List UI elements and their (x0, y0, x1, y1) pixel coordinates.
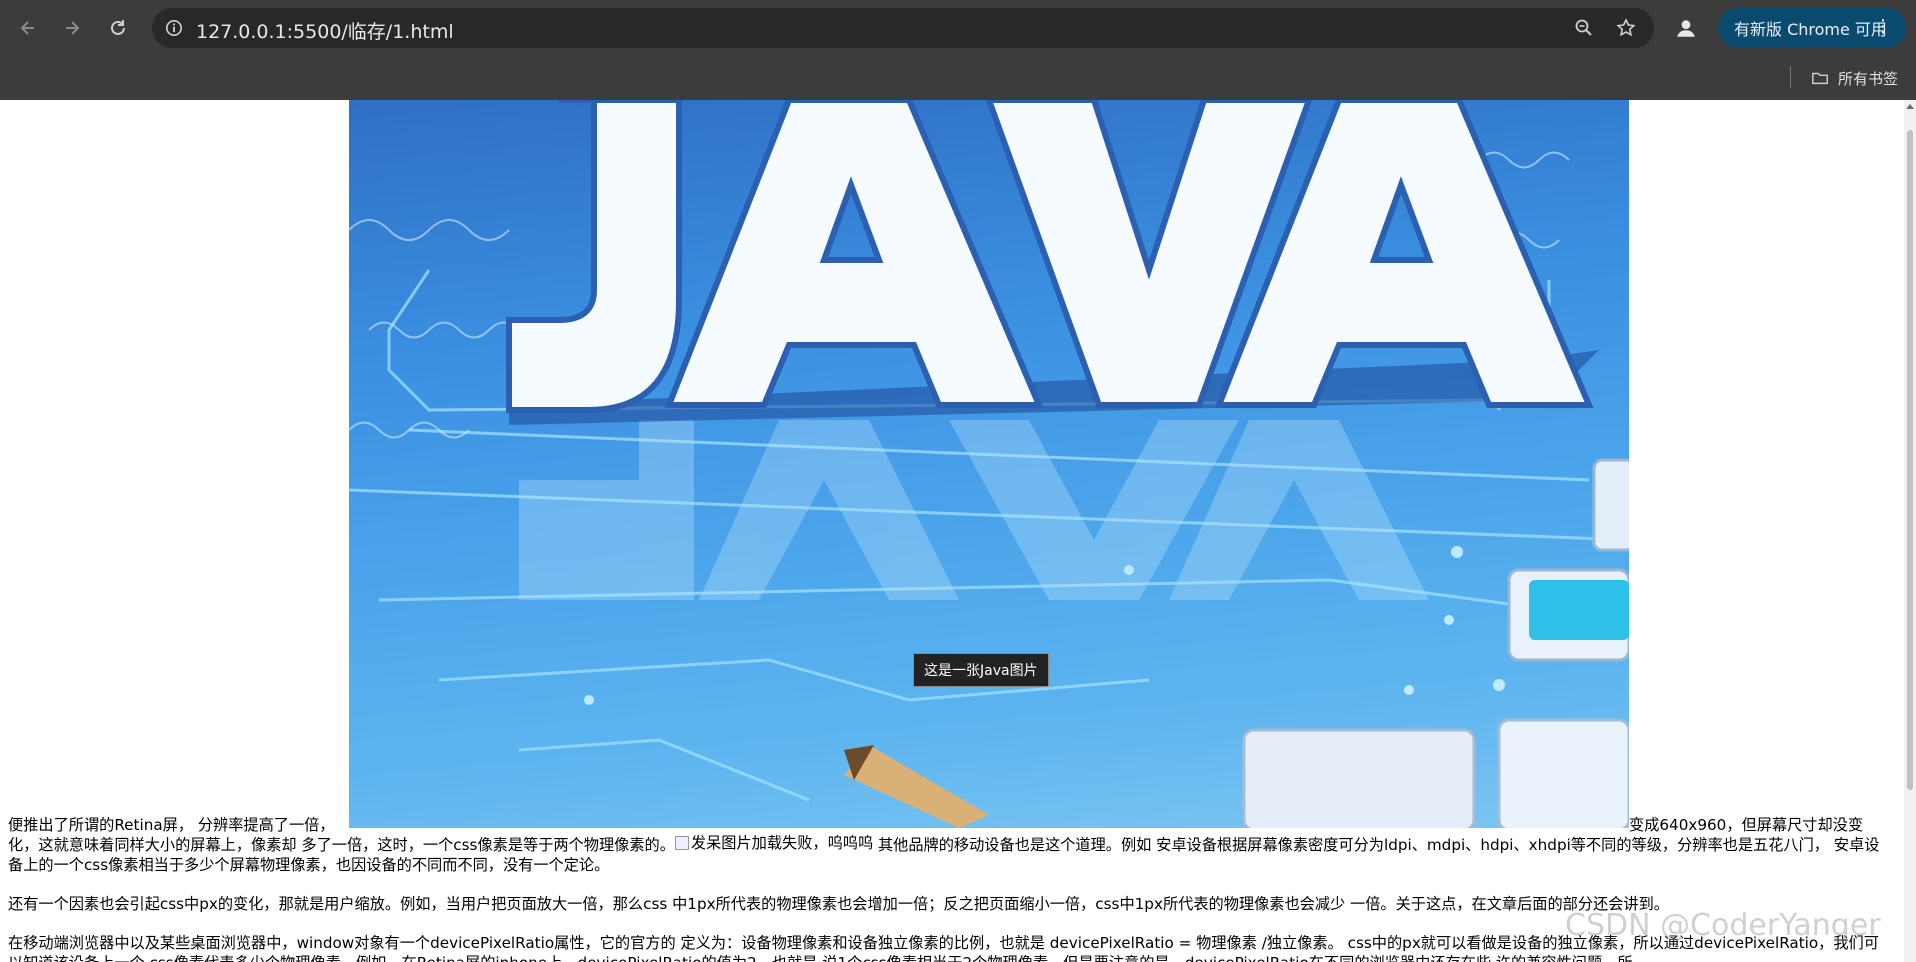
bookmarks-divider (1790, 66, 1791, 88)
watermark: CSDN @CoderYanger (1565, 908, 1881, 943)
all-bookmarks-button[interactable]: 所有书签 (1810, 64, 1898, 92)
all-bookmarks-label: 所有书签 (1838, 69, 1899, 88)
image-tooltip: 这是一张Java图片 (913, 653, 1049, 687)
arrow-left-icon (20, 21, 34, 35)
page-viewport: 这是一张Java图片 便推出了所谓的Retina屏， 分辨率提高了一倍， 变成6… (0, 100, 1916, 962)
browser-toolbar: 127.0.0.1:5500/临存/1.html 有新版 Chrome 可用 ⋮ (0, 0, 1916, 56)
chrome-update-button[interactable]: 有新版 Chrome 可用 ⋮ (1718, 8, 1906, 48)
broken-image-alt: 发呆图片加载失败，呜呜呜 (690, 834, 874, 852)
vertical-scrollbar[interactable] (1904, 100, 1916, 962)
broken-image-icon (674, 836, 689, 850)
back-button[interactable] (12, 12, 44, 44)
update-label: 有新版 Chrome 可用 (1734, 20, 1887, 39)
scrollbar-thumb[interactable] (1907, 130, 1913, 790)
broken-image: 发呆图片加载失败，呜呜呜 (674, 833, 874, 853)
more-menu-icon[interactable]: ⋮ (1874, 17, 1892, 37)
reload-button[interactable] (102, 12, 134, 44)
paragraph-1: 化，这就意味着同样大小的屏幕上，像素却 多了一倍，这时，一个css像素是等于两个… (8, 833, 1888, 875)
url-text: 127.0.0.1:5500/临存/1.html (196, 21, 454, 43)
profile-avatar-icon[interactable] (1672, 14, 1700, 42)
java-image-art (349, 100, 1629, 828)
address-bar[interactable]: 127.0.0.1:5500/临存/1.html (152, 8, 1654, 48)
reload-icon (111, 20, 125, 35)
paragraph-1-text-a: 化，这就意味着同样大小的屏幕上，像素却 多了一倍，这时，一个css像素是等于两个… (8, 836, 675, 854)
paragraph-line-end: 变成640x960，但屏幕尺寸却没变 (1629, 816, 1864, 834)
bookmarks-bar: 所有书签 (0, 56, 1916, 100)
arrow-right-icon (66, 21, 80, 35)
site-info-icon[interactable] (162, 16, 186, 40)
zoom-icon[interactable] (1572, 16, 1596, 40)
paragraph-line-start: 便推出了所谓的Retina屏， 分辨率提高了一倍， (8, 816, 335, 834)
java-image (349, 100, 1629, 828)
forward-button[interactable] (56, 12, 88, 44)
bookmark-star-icon[interactable] (1614, 16, 1638, 40)
scroll-up-icon[interactable] (1906, 104, 1914, 109)
folder-icon (1812, 72, 1828, 85)
